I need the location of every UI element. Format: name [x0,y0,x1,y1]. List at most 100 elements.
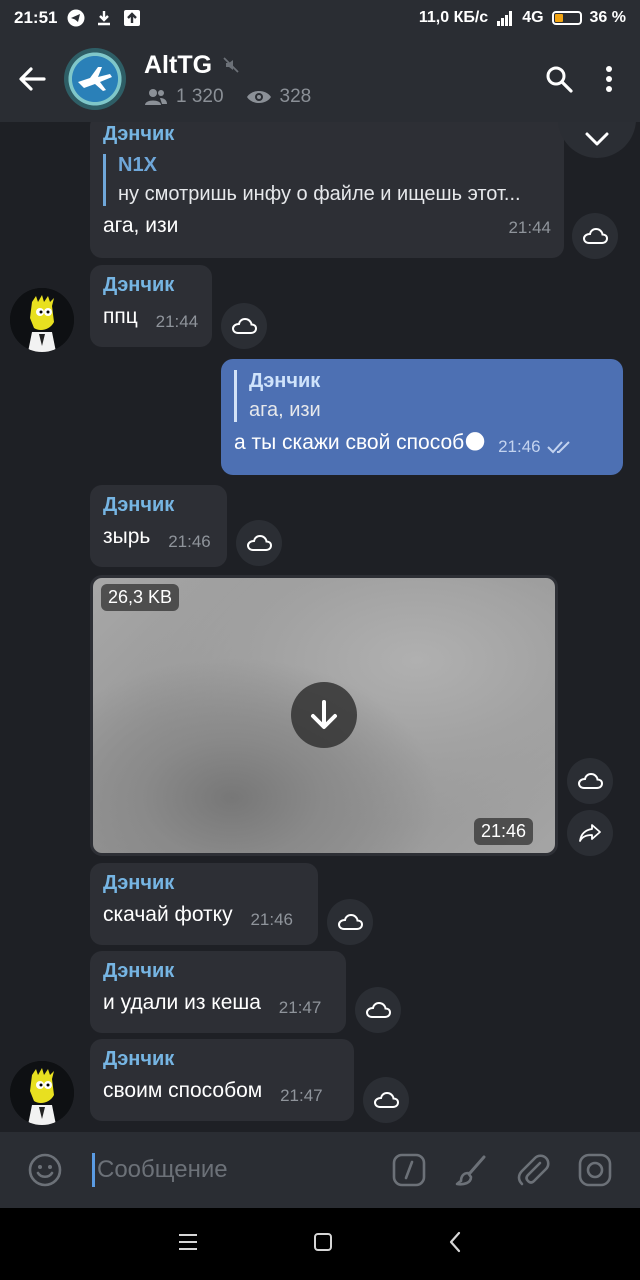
reply-name: Дэнчик [249,370,321,392]
reply-text: ну смотришь инфу о файле и ищешь этот... [118,183,521,205]
message-sender: Дэнчик [103,123,175,145]
double-check-icon [546,440,570,453]
scroll-down-button[interactable] [558,122,636,158]
slash-command-icon [392,1153,426,1187]
cloud-save-button[interactable] [221,303,267,349]
message-time: 21:47 [280,1086,323,1105]
cloud-save-button[interactable] [327,899,373,945]
share-icon [579,824,601,842]
message-time: 21:47 [278,998,322,1017]
home-nav-button[interactable] [313,1232,333,1257]
attach-button[interactable] [508,1145,558,1195]
message-time: 21:44 [508,218,551,237]
network-speed: 11,0 КБ/с [418,9,489,26]
message-sender: Дэнчик [103,872,175,894]
reply-name: N1X [118,154,157,176]
message-text: а ты скажи свой способ🌑 [234,431,487,454]
arrow-down-icon [311,700,337,729]
message-list[interactable]: Дэнчик N1X ну смотришь инфу о файле и ищ… [0,122,640,1132]
hamburger-icon [178,1233,197,1250]
chat-header: AltTG 1 320 328 [0,36,640,122]
message-bubble[interactable]: Дэнчик N1X ну смотришь инфу о файле и ищ… [90,122,564,258]
cloud-icon [231,317,257,334]
upload-icon [123,9,141,27]
members-icon [145,88,167,105]
cloud-icon [373,1091,399,1108]
menu-nav-button[interactable] [178,1233,198,1256]
network-type: 4G [522,9,544,26]
cloud-save-button[interactable] [355,987,401,1033]
camera-icon [578,1153,612,1187]
photo-time: 21:46 [473,818,533,845]
draw-button[interactable] [446,1145,496,1195]
square-icon [313,1232,332,1251]
battery-icon [551,11,582,25]
signal-icon [496,9,514,27]
message-bubble[interactable]: Дэнчик своим способом 21:47 [90,1039,354,1121]
system-navigation-bar [0,1208,640,1280]
text-caret [92,1153,95,1187]
cloud-icon [365,1001,391,1018]
search-button[interactable] [534,49,584,109]
cloud-icon [337,913,363,930]
message-time: 21:46 [168,532,211,551]
commands-button[interactable] [384,1145,434,1195]
channel-title: AltTG [144,50,213,79]
more-vertical-icon [606,66,612,92]
message-sender: Дэнчик [103,960,175,982]
message-text: ппц [103,305,138,328]
message-composer: Сообщение [0,1132,640,1208]
eye-icon [246,90,271,103]
message-input[interactable]: Сообщение [92,1150,372,1190]
message-sender: Дэнчик [103,494,175,516]
chevron-left-icon [450,1231,461,1252]
arrow-left-icon [19,67,46,91]
message-text: ага, изи [103,214,179,237]
status-bar: 21:51 11,0 КБ/с 4G 36 % [0,0,640,36]
cloud-save-button[interactable] [363,1077,409,1123]
cloud-save-button[interactable] [567,758,613,804]
search-icon [546,66,573,93]
cloud-icon [246,534,272,551]
back-button[interactable] [0,36,64,122]
message-text: своим способом [103,1079,263,1102]
cloud-icon [582,227,608,244]
message-time: 21:46 [498,436,541,456]
more-button[interactable] [584,49,634,109]
screen: 21:51 11,0 КБ/с 4G 36 % AltTG 1 320 328 … [0,0,640,1280]
outgoing-message-bubble[interactable]: Дэнчик ага, изи а ты скажи свой способ🌑 … [221,359,623,475]
status-time: 21:51 [14,8,58,27]
message-bubble[interactable]: Дэнчик ппц 21:44 [90,265,212,347]
message-sender: Дэнчик [103,274,175,296]
reply-preview[interactable]: N1X ну смотришь инфу о файле и ищешь это… [103,154,551,206]
forward-button[interactable] [567,810,613,856]
channel-info[interactable]: AltTG 1 320 328 [144,51,311,108]
download-button[interactable] [291,682,357,748]
message-input-placeholder: Сообщение [97,1156,228,1183]
message-bubble[interactable]: Дэнчик скачай фотку 21:46 [90,863,318,945]
reply-preview[interactable]: Дэнчик ага, изи [234,370,610,422]
chevron-down-icon [585,132,609,146]
views-count: 328 [279,85,312,107]
telegram-icon [67,9,85,27]
brush-icon [455,1155,486,1186]
muted-icon [223,57,239,73]
cloud-save-button[interactable] [572,213,618,259]
photo-size-badge: 26,3 KB [101,584,180,611]
sender-avatar[interactable] [10,288,74,352]
download-icon [95,9,113,27]
paperclip-icon [517,1154,550,1186]
sender-avatar[interactable] [10,1061,74,1125]
message-time: 21:44 [155,312,199,331]
photo-message[interactable]: 26,3 KB 21:46 [90,575,558,856]
channel-avatar[interactable] [64,48,126,110]
message-bubble[interactable]: Дэнчик зырь 21:46 [90,485,227,567]
emoji-button[interactable] [20,1145,70,1195]
camera-button[interactable] [570,1145,620,1195]
message-text: скачай фотку [103,903,233,926]
message-sender: Дэнчик [103,1048,175,1070]
back-nav-button[interactable] [448,1231,462,1258]
cloud-icon [577,772,603,789]
cloud-save-button[interactable] [236,520,282,566]
message-bubble[interactable]: Дэнчик и удали из кеша 21:47 [90,951,346,1033]
